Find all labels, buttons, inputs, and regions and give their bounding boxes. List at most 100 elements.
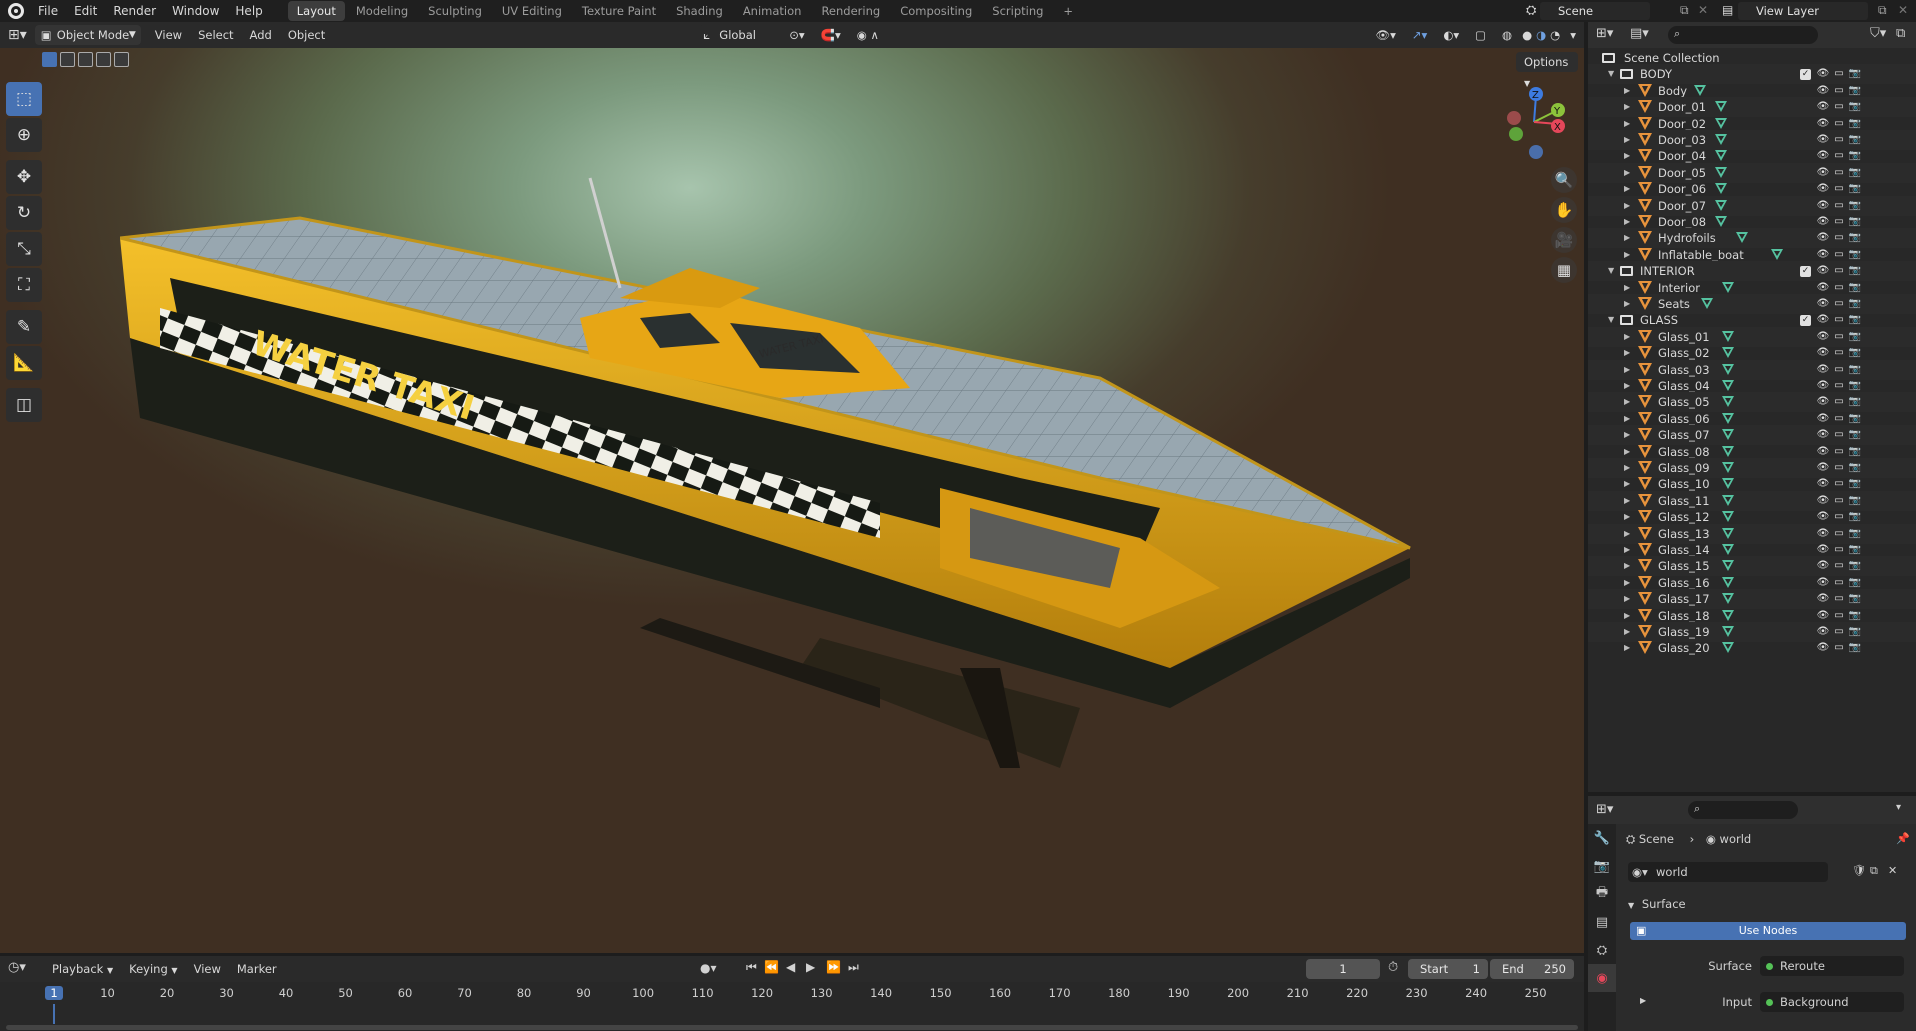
play-icon[interactable]: ▶ — [806, 960, 815, 974]
annotate-tool-icon[interactable]: ✎ — [6, 310, 42, 344]
visibility-eye-icon[interactable]: 👁 — [1816, 638, 1830, 658]
select-intersect-icon[interactable] — [114, 52, 129, 67]
gizmo-toggle-icon[interactable]: ↗▾ — [1404, 25, 1435, 45]
mesh-data-icon[interactable] — [1722, 429, 1734, 441]
mesh-data-icon[interactable] — [1722, 576, 1734, 588]
shading-options-icon[interactable]: ▾ — [1562, 25, 1584, 45]
menu-file[interactable]: File — [30, 0, 66, 22]
scene-close-icon[interactable]: ✕ — [1698, 3, 1708, 17]
scene-selector-icon[interactable]: ⛭ — [1526, 3, 1536, 18]
mesh-data-icon[interactable] — [1722, 462, 1734, 473]
workspace-tab-sculpting[interactable]: Sculpting — [419, 1, 491, 21]
add-workspace-button[interactable]: + — [1054, 1, 1082, 21]
pin-icon[interactable]: 📌 — [1896, 832, 1910, 845]
workspace-tab-animation[interactable]: Animation — [734, 1, 811, 21]
output-tab-icon[interactable]: 🖶 — [1588, 880, 1616, 908]
mesh-data-icon[interactable] — [1736, 232, 1748, 244]
mesh-data-icon[interactable] — [1715, 199, 1727, 211]
menu-help[interactable]: Help — [227, 0, 270, 22]
workspace-tab-compositing[interactable]: Compositing — [891, 1, 981, 21]
world-tab-icon[interactable]: ◉ — [1588, 964, 1616, 992]
menu-edit[interactable]: Edit — [66, 0, 105, 22]
mesh-data-icon[interactable] — [1722, 363, 1734, 375]
add-cube-tool-icon[interactable]: ◫ — [6, 388, 42, 422]
mesh-data-icon[interactable] — [1722, 380, 1734, 391]
mesh-data-icon[interactable] — [1715, 166, 1727, 178]
view-layer-close-icon[interactable]: ✕ — [1898, 3, 1908, 17]
timeline-editor-type-icon[interactable]: ◷▾ — [8, 960, 26, 975]
workspace-tab-layout[interactable]: Layout — [287, 1, 345, 21]
mesh-data-icon[interactable] — [1722, 511, 1734, 523]
measure-tool-icon[interactable]: 📐 — [6, 346, 42, 380]
unlink-world-icon[interactable]: ✕ — [1888, 864, 1897, 877]
select-mode-buttons[interactable] — [42, 52, 138, 70]
mode-dropdown[interactable]: ▣ Object Mode ▼ — [34, 25, 141, 45]
jump-prev-keyframe-icon[interactable]: ⏪ — [764, 960, 779, 974]
mesh-data-icon[interactable] — [1722, 642, 1734, 654]
transform-tool-icon[interactable]: ⛶ — [6, 268, 42, 302]
mesh-data-icon[interactable] — [1722, 347, 1734, 359]
mesh-data-icon[interactable] — [1715, 150, 1727, 162]
workspace-tab-rendering[interactable]: Rendering — [812, 1, 889, 21]
mesh-data-icon[interactable] — [1722, 609, 1734, 621]
scene-tab-icon[interactable]: ⛭ — [1588, 936, 1616, 964]
viewport-menu-object[interactable]: Object — [280, 25, 333, 45]
workspace-tab-modeling[interactable]: Modeling — [347, 1, 417, 21]
select-box-tool-icon[interactable]: ⬚ — [6, 82, 42, 116]
xray-toggle-icon[interactable]: ▢ — [1467, 25, 1494, 45]
mesh-data-icon[interactable] — [1722, 412, 1734, 424]
timeline-menu-view[interactable]: View — [186, 959, 229, 981]
pivot-point-icon[interactable]: ⊙▾ — [781, 25, 812, 45]
fake-user-icon[interactable]: 🛡 — [1852, 864, 1866, 877]
mesh-data-icon[interactable] — [1722, 396, 1734, 408]
shading-rendered-icon[interactable]: ◔ — [1548, 25, 1562, 45]
surface-panel-header[interactable]: ▼ Surface — [1624, 894, 1912, 914]
world-selector[interactable]: ◉▾ world — [1628, 862, 1828, 882]
scene-copy-icon[interactable]: ⧉ — [1680, 3, 1689, 18]
editor-type-icon[interactable]: ⊞▾ — [0, 25, 35, 45]
view-layer-tab-icon[interactable]: ▤ — [1588, 908, 1616, 936]
mesh-data-icon[interactable] — [1715, 134, 1727, 145]
expand-triangle-icon[interactable]: ▶ — [1624, 638, 1630, 658]
menu-window[interactable]: Window — [164, 0, 227, 22]
mesh-data-icon[interactable] — [1715, 117, 1727, 129]
shading-material-icon[interactable]: ◑ — [1534, 25, 1548, 45]
select-subtract-icon[interactable] — [78, 52, 93, 67]
duplicate-world-icon[interactable]: ⧉ — [1870, 864, 1878, 878]
proportional-edit-icon[interactable]: ◉ ∧ — [849, 25, 887, 45]
workspace-tab-shading[interactable]: Shading — [667, 1, 732, 21]
timeline-ruler[interactable]: 1 10 20 30 40 50 60 70 80 90 100 110 120 130 140 150 160… — [0, 982, 1584, 1031]
timeline-scrollbar[interactable] — [6, 1025, 1578, 1030]
mesh-data-icon[interactable] — [1722, 544, 1734, 555]
overlay-toggle-icon[interactable]: ◐▾ — [1435, 25, 1467, 45]
scale-tool-icon[interactable]: ⤡ — [6, 232, 42, 266]
new-collection-icon[interactable]: ⧉ — [1896, 26, 1905, 41]
input-node-field[interactable]: Background — [1760, 992, 1904, 1012]
use-nodes-button[interactable]: ▣ Use Nodes — [1630, 922, 1906, 940]
timeline-menu-keying[interactable]: Keying ▼ — [121, 959, 185, 981]
view-layer-copy-icon[interactable]: ⧉ — [1878, 3, 1887, 18]
mesh-data-icon[interactable] — [1722, 445, 1734, 457]
exclude-checkbox[interactable]: ✓ — [1800, 266, 1811, 278]
mesh-data-icon[interactable] — [1722, 626, 1734, 637]
playhead[interactable] — [53, 1004, 55, 1024]
current-frame-field[interactable]: 1 — [1306, 959, 1380, 979]
timeline-menu-marker[interactable]: Marker — [229, 959, 285, 981]
chevron-right-icon[interactable]: ▶ — [1640, 996, 1646, 1005]
mesh-data-icon[interactable] — [1722, 478, 1734, 490]
mesh-data-icon[interactable] — [1694, 84, 1706, 96]
menu-render[interactable]: Render — [105, 0, 164, 22]
end-frame-field[interactable]: End 250 — [1490, 959, 1574, 979]
filter-icon[interactable]: ⛉▾ — [1870, 26, 1886, 41]
shading-solid-icon[interactable]: ● — [1520, 25, 1534, 45]
blender-logo-icon[interactable] — [8, 3, 24, 19]
mesh-data-icon[interactable] — [1715, 216, 1727, 227]
view-layer-selector[interactable]: View Layer — [1738, 2, 1868, 20]
viewport-menu-select[interactable]: Select — [190, 25, 241, 45]
outliner-search-input[interactable]: ⌕ — [1668, 26, 1818, 44]
mesh-data-icon[interactable] — [1701, 298, 1713, 309]
jump-end-icon[interactable]: ⏭ — [848, 960, 859, 975]
exclude-checkbox[interactable]: ✓ — [1800, 69, 1811, 81]
view-layer-icon[interactable]: ▤ — [1722, 3, 1733, 17]
tool-tab-icon[interactable]: 🔧 — [1588, 824, 1616, 852]
